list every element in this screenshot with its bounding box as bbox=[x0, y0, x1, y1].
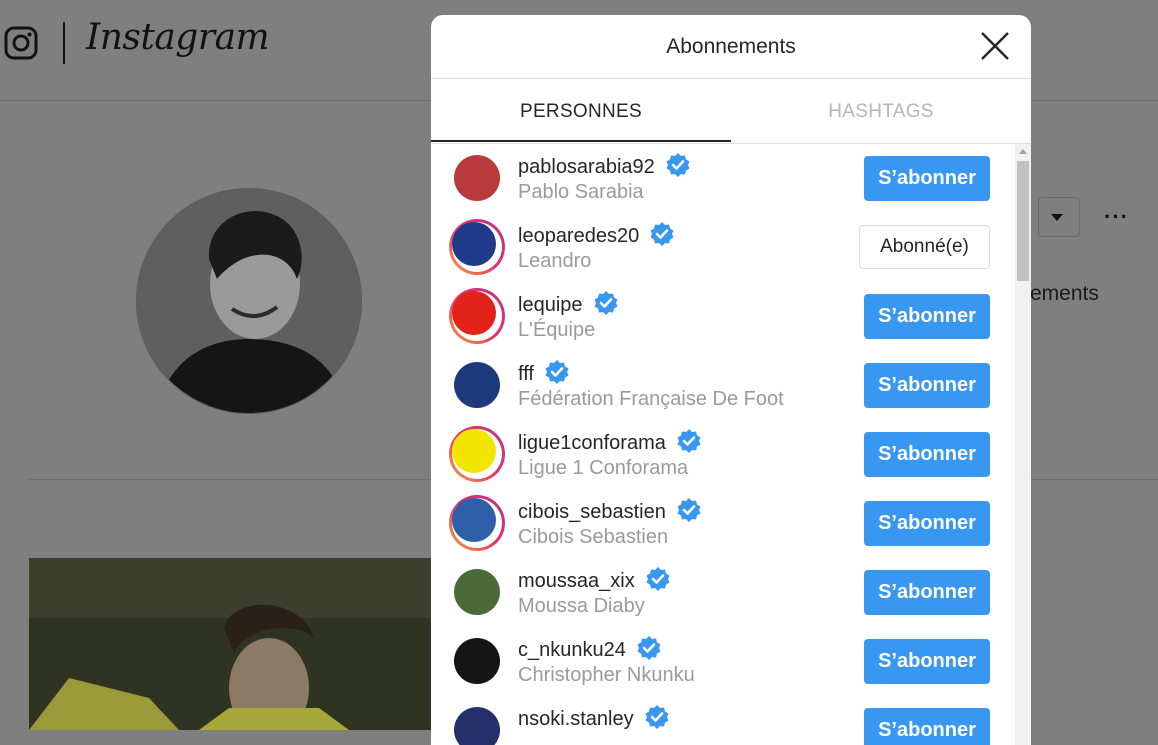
list-item: lequipe L'Équipe S’abonner bbox=[431, 282, 1015, 351]
following-count-partial: ements bbox=[1030, 282, 1099, 305]
avatar-image bbox=[454, 638, 500, 684]
follow-button[interactable]: S’abonner bbox=[864, 294, 990, 339]
avatar-image bbox=[454, 707, 500, 745]
account-username[interactable]: cibois_sebastien bbox=[518, 497, 702, 524]
username-text[interactable]: ligue1conforama bbox=[518, 432, 666, 454]
username-text[interactable]: moussaa_xix bbox=[518, 570, 635, 592]
account-avatar[interactable] bbox=[449, 357, 505, 413]
following-modal: Abonnements PERSONNES HASHTAGS pablosara… bbox=[431, 15, 1031, 745]
username-text[interactable]: pablosarabia92 bbox=[518, 156, 655, 178]
verified-badge-icon bbox=[677, 429, 701, 453]
follow-button[interactable]: S’abonner bbox=[864, 363, 990, 408]
logo-divider bbox=[63, 22, 65, 64]
follow-button[interactable]: S’abonner bbox=[864, 156, 990, 201]
close-icon[interactable] bbox=[978, 29, 1012, 63]
modal-title: Abonnements bbox=[666, 35, 796, 58]
scrollbar-thumb[interactable] bbox=[1017, 161, 1029, 281]
avatar-image bbox=[452, 498, 496, 542]
verified-badge-icon bbox=[677, 498, 701, 522]
follow-button[interactable]: S’abonner bbox=[864, 432, 990, 477]
account-username[interactable]: leoparedes20 bbox=[518, 221, 675, 248]
avatar-image bbox=[452, 222, 496, 266]
account-full-name: Fédération Française De Foot bbox=[518, 388, 784, 410]
account-full-name: Moussa Diaby bbox=[518, 595, 645, 617]
list-item: fff Fédération Française De Foot S’abonner bbox=[431, 351, 1015, 420]
account-avatar[interactable] bbox=[449, 702, 505, 745]
instagram-wordmark-logo[interactable]: Instagram bbox=[86, 17, 270, 58]
scrollbar[interactable] bbox=[1015, 144, 1031, 745]
verified-badge-icon bbox=[594, 291, 618, 315]
account-full-name: Pablo Sarabia bbox=[518, 181, 644, 203]
account-full-name: Christopher Nkunku bbox=[518, 664, 695, 686]
account-full-name: Ligue 1 Conforama bbox=[518, 457, 689, 479]
follow-button[interactable]: S’abonner bbox=[864, 639, 990, 684]
following-list[interactable]: pablosarabia92 Pablo Sarabia S’abonner leop… bbox=[431, 144, 1015, 745]
verified-badge-icon bbox=[645, 705, 669, 729]
follow-button[interactable]: S’abonner bbox=[864, 708, 990, 745]
verified-badge-icon bbox=[650, 222, 674, 246]
tab-personnes[interactable]: PERSONNES bbox=[431, 79, 731, 142]
verified-badge-icon bbox=[666, 153, 690, 177]
caret-down-icon bbox=[1051, 214, 1063, 221]
avatar-image bbox=[454, 155, 500, 201]
list-item: ligue1conforama Ligue 1 Conforama S’abonne… bbox=[431, 420, 1015, 489]
tab-hashtags[interactable]: HASHTAGS bbox=[731, 79, 1031, 143]
instagram-camera-icon[interactable] bbox=[4, 26, 38, 60]
username-text[interactable]: cibois_sebastien bbox=[518, 501, 666, 523]
account-username[interactable]: pablosarabia92 bbox=[518, 152, 691, 179]
following-button[interactable]: Abonné(e) bbox=[859, 225, 990, 269]
account-avatar[interactable] bbox=[449, 219, 505, 275]
list-item: pablosarabia92 Pablo Sarabia S’abonner bbox=[431, 144, 1015, 213]
list-item: c_nkunku24 Christopher Nkunku S’abonner bbox=[431, 627, 1015, 696]
username-text[interactable]: leoparedes20 bbox=[518, 225, 639, 247]
profile-avatar[interactable] bbox=[136, 188, 362, 414]
avatar-image bbox=[454, 362, 500, 408]
avatar-image bbox=[454, 569, 500, 615]
verified-badge-icon bbox=[646, 567, 670, 591]
avatar-image bbox=[452, 291, 496, 335]
more-options-icon[interactable]: ··· bbox=[1104, 204, 1129, 230]
account-username[interactable]: nsoki.stanley bbox=[518, 704, 670, 731]
account-full-name: Cibois Sebastien bbox=[518, 526, 669, 548]
verified-badge-icon bbox=[545, 360, 569, 384]
account-username[interactable]: fff bbox=[518, 359, 570, 386]
account-username[interactable]: moussaa_xix bbox=[518, 566, 671, 593]
username-text[interactable]: fff bbox=[518, 363, 534, 385]
options-dropdown-button[interactable] bbox=[1038, 197, 1080, 237]
list-item: leoparedes20 Leandro Abonné(e) bbox=[431, 213, 1015, 282]
username-text[interactable]: nsoki.stanley bbox=[518, 708, 634, 730]
username-text[interactable]: c_nkunku24 bbox=[518, 639, 626, 661]
list-item: nsoki.stanley S’abonner bbox=[431, 696, 1015, 745]
follow-button[interactable]: S’abonner bbox=[864, 501, 990, 546]
username-text[interactable]: lequipe bbox=[518, 294, 583, 316]
avatar-image bbox=[452, 429, 496, 473]
list-item: cibois_sebastien Cibois Sebastien S’abonne… bbox=[431, 489, 1015, 558]
account-avatar[interactable] bbox=[449, 150, 505, 206]
list-item: moussaa_xix Moussa Diaby S’abonner bbox=[431, 558, 1015, 627]
account-avatar[interactable] bbox=[449, 564, 505, 620]
account-username[interactable]: lequipe bbox=[518, 290, 619, 317]
account-full-name: Leandro bbox=[518, 250, 592, 272]
verified-badge-icon bbox=[637, 636, 661, 660]
post-thumbnail[interactable] bbox=[29, 558, 431, 730]
account-avatar[interactable] bbox=[449, 288, 505, 344]
account-username[interactable]: ligue1conforama bbox=[518, 428, 702, 455]
account-avatar[interactable] bbox=[449, 495, 505, 551]
account-avatar[interactable] bbox=[449, 426, 505, 482]
modal-tabs: PERSONNES HASHTAGS bbox=[431, 79, 1031, 144]
follow-button[interactable]: S’abonner bbox=[864, 570, 990, 615]
account-username[interactable]: c_nkunku24 bbox=[518, 635, 662, 662]
modal-header: Abonnements bbox=[431, 15, 1031, 79]
scroll-up-arrow-icon[interactable] bbox=[1019, 149, 1027, 154]
account-avatar[interactable] bbox=[449, 633, 505, 689]
account-full-name: L'Équipe bbox=[518, 319, 596, 341]
